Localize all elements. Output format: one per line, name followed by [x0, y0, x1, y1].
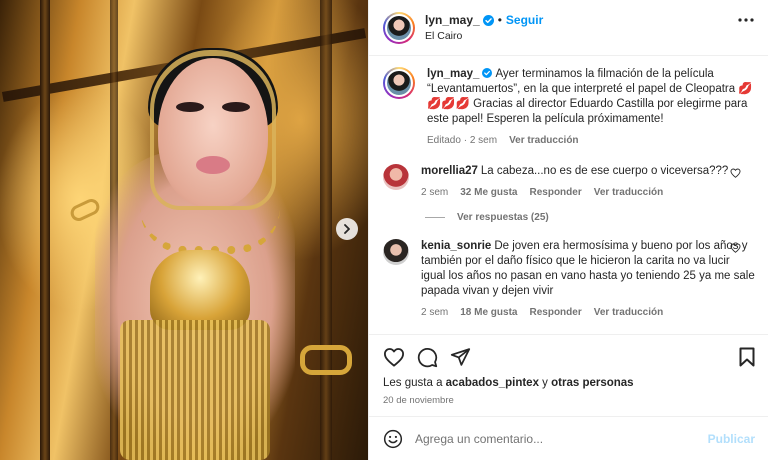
comment-likes[interactable]: 18 Me gusta — [460, 305, 517, 320]
view-replies-button[interactable]: Ver respuestas (25) — [425, 212, 755, 223]
heart-icon[interactable] — [730, 168, 741, 178]
separator: • — [497, 13, 502, 27]
add-comment-bar: Publicar — [369, 416, 768, 460]
caption-username[interactable]: lyn_may_ — [427, 68, 479, 80]
translate-link[interactable]: Ver traducción — [594, 185, 663, 200]
likes-summary[interactable]: Les gusta a acabados_pintex y otras pers… — [383, 377, 755, 389]
bookmark-icon[interactable] — [739, 347, 755, 367]
verified-badge-icon — [482, 14, 494, 26]
comment-input[interactable] — [415, 431, 708, 446]
instagram-post: lyn_may_ • Seguir El Cairo lyn_may_ Ayer … — [0, 0, 768, 460]
divider — [425, 217, 445, 218]
bracelet — [300, 345, 352, 375]
heart-icon[interactable] — [383, 347, 405, 367]
comment-username[interactable]: kenia_sonrie — [421, 240, 491, 252]
post-photo[interactable] — [0, 0, 368, 460]
actions-bar: Les gusta a acabados_pintex y otras pers… — [369, 334, 768, 406]
scaffold-bar — [320, 0, 332, 460]
share-icon[interactable] — [450, 347, 471, 367]
comment-time: 2 sem — [421, 187, 449, 198]
comment: morellia27 La cabeza...no es de ese cuerp… — [383, 164, 755, 200]
avatar[interactable] — [383, 164, 409, 190]
comment-likes[interactable]: 32 Me gusta — [460, 185, 517, 200]
chevron-right-icon — [342, 224, 352, 234]
publish-button[interactable]: Publicar — [708, 432, 755, 446]
comment-username[interactable]: morellia27 — [421, 165, 478, 177]
view-replies-label: Ver respuestas (25) — [457, 212, 549, 223]
avatar[interactable] — [383, 11, 415, 44]
translate-link[interactable]: Ver traducción — [594, 305, 663, 320]
more-options-icon[interactable] — [738, 18, 754, 22]
reply-button[interactable]: Responder — [529, 185, 581, 200]
heart-icon[interactable] — [730, 243, 741, 253]
comments-section[interactable]: lyn_may_ Ayer terminamos la filmación de … — [369, 57, 768, 333]
gold-top — [150, 250, 250, 330]
location-link[interactable]: El Cairo — [425, 30, 543, 42]
caption: lyn_may_ Ayer terminamos la filmación de … — [383, 67, 755, 148]
post-date: 20 de noviembre — [383, 395, 454, 406]
liker-username[interactable]: acabados_pintex — [446, 377, 539, 389]
emoji-icon[interactable] — [383, 429, 403, 449]
username-link[interactable]: lyn_may_ — [425, 13, 480, 27]
comment: kenia_sonrie De joven era hermosísima y b… — [383, 239, 755, 320]
avatar[interactable] — [383, 67, 415, 99]
comment-icon[interactable] — [417, 347, 438, 368]
follow-button[interactable]: Seguir — [506, 13, 543, 27]
avatar[interactable] — [383, 239, 409, 265]
other-likers-link[interactable]: otras personas — [551, 377, 633, 389]
scaffold-bar — [40, 0, 50, 460]
verified-badge-icon — [482, 68, 493, 78]
post-panel: lyn_may_ • Seguir El Cairo lyn_may_ Ayer … — [368, 0, 768, 460]
headdress — [150, 50, 276, 210]
next-image-button[interactable] — [336, 218, 358, 240]
reply-button[interactable]: Responder — [529, 305, 581, 320]
translate-link[interactable]: Ver traducción — [509, 133, 578, 148]
comment-time: 2 sem — [421, 307, 449, 318]
edited-label: Editado · 2 sem — [427, 135, 498, 146]
comment-text: La cabeza...no es de ese cuerpo o viceve… — [480, 165, 729, 177]
gold-fringe — [120, 320, 270, 460]
post-header: lyn_may_ • Seguir El Cairo — [369, 0, 768, 56]
